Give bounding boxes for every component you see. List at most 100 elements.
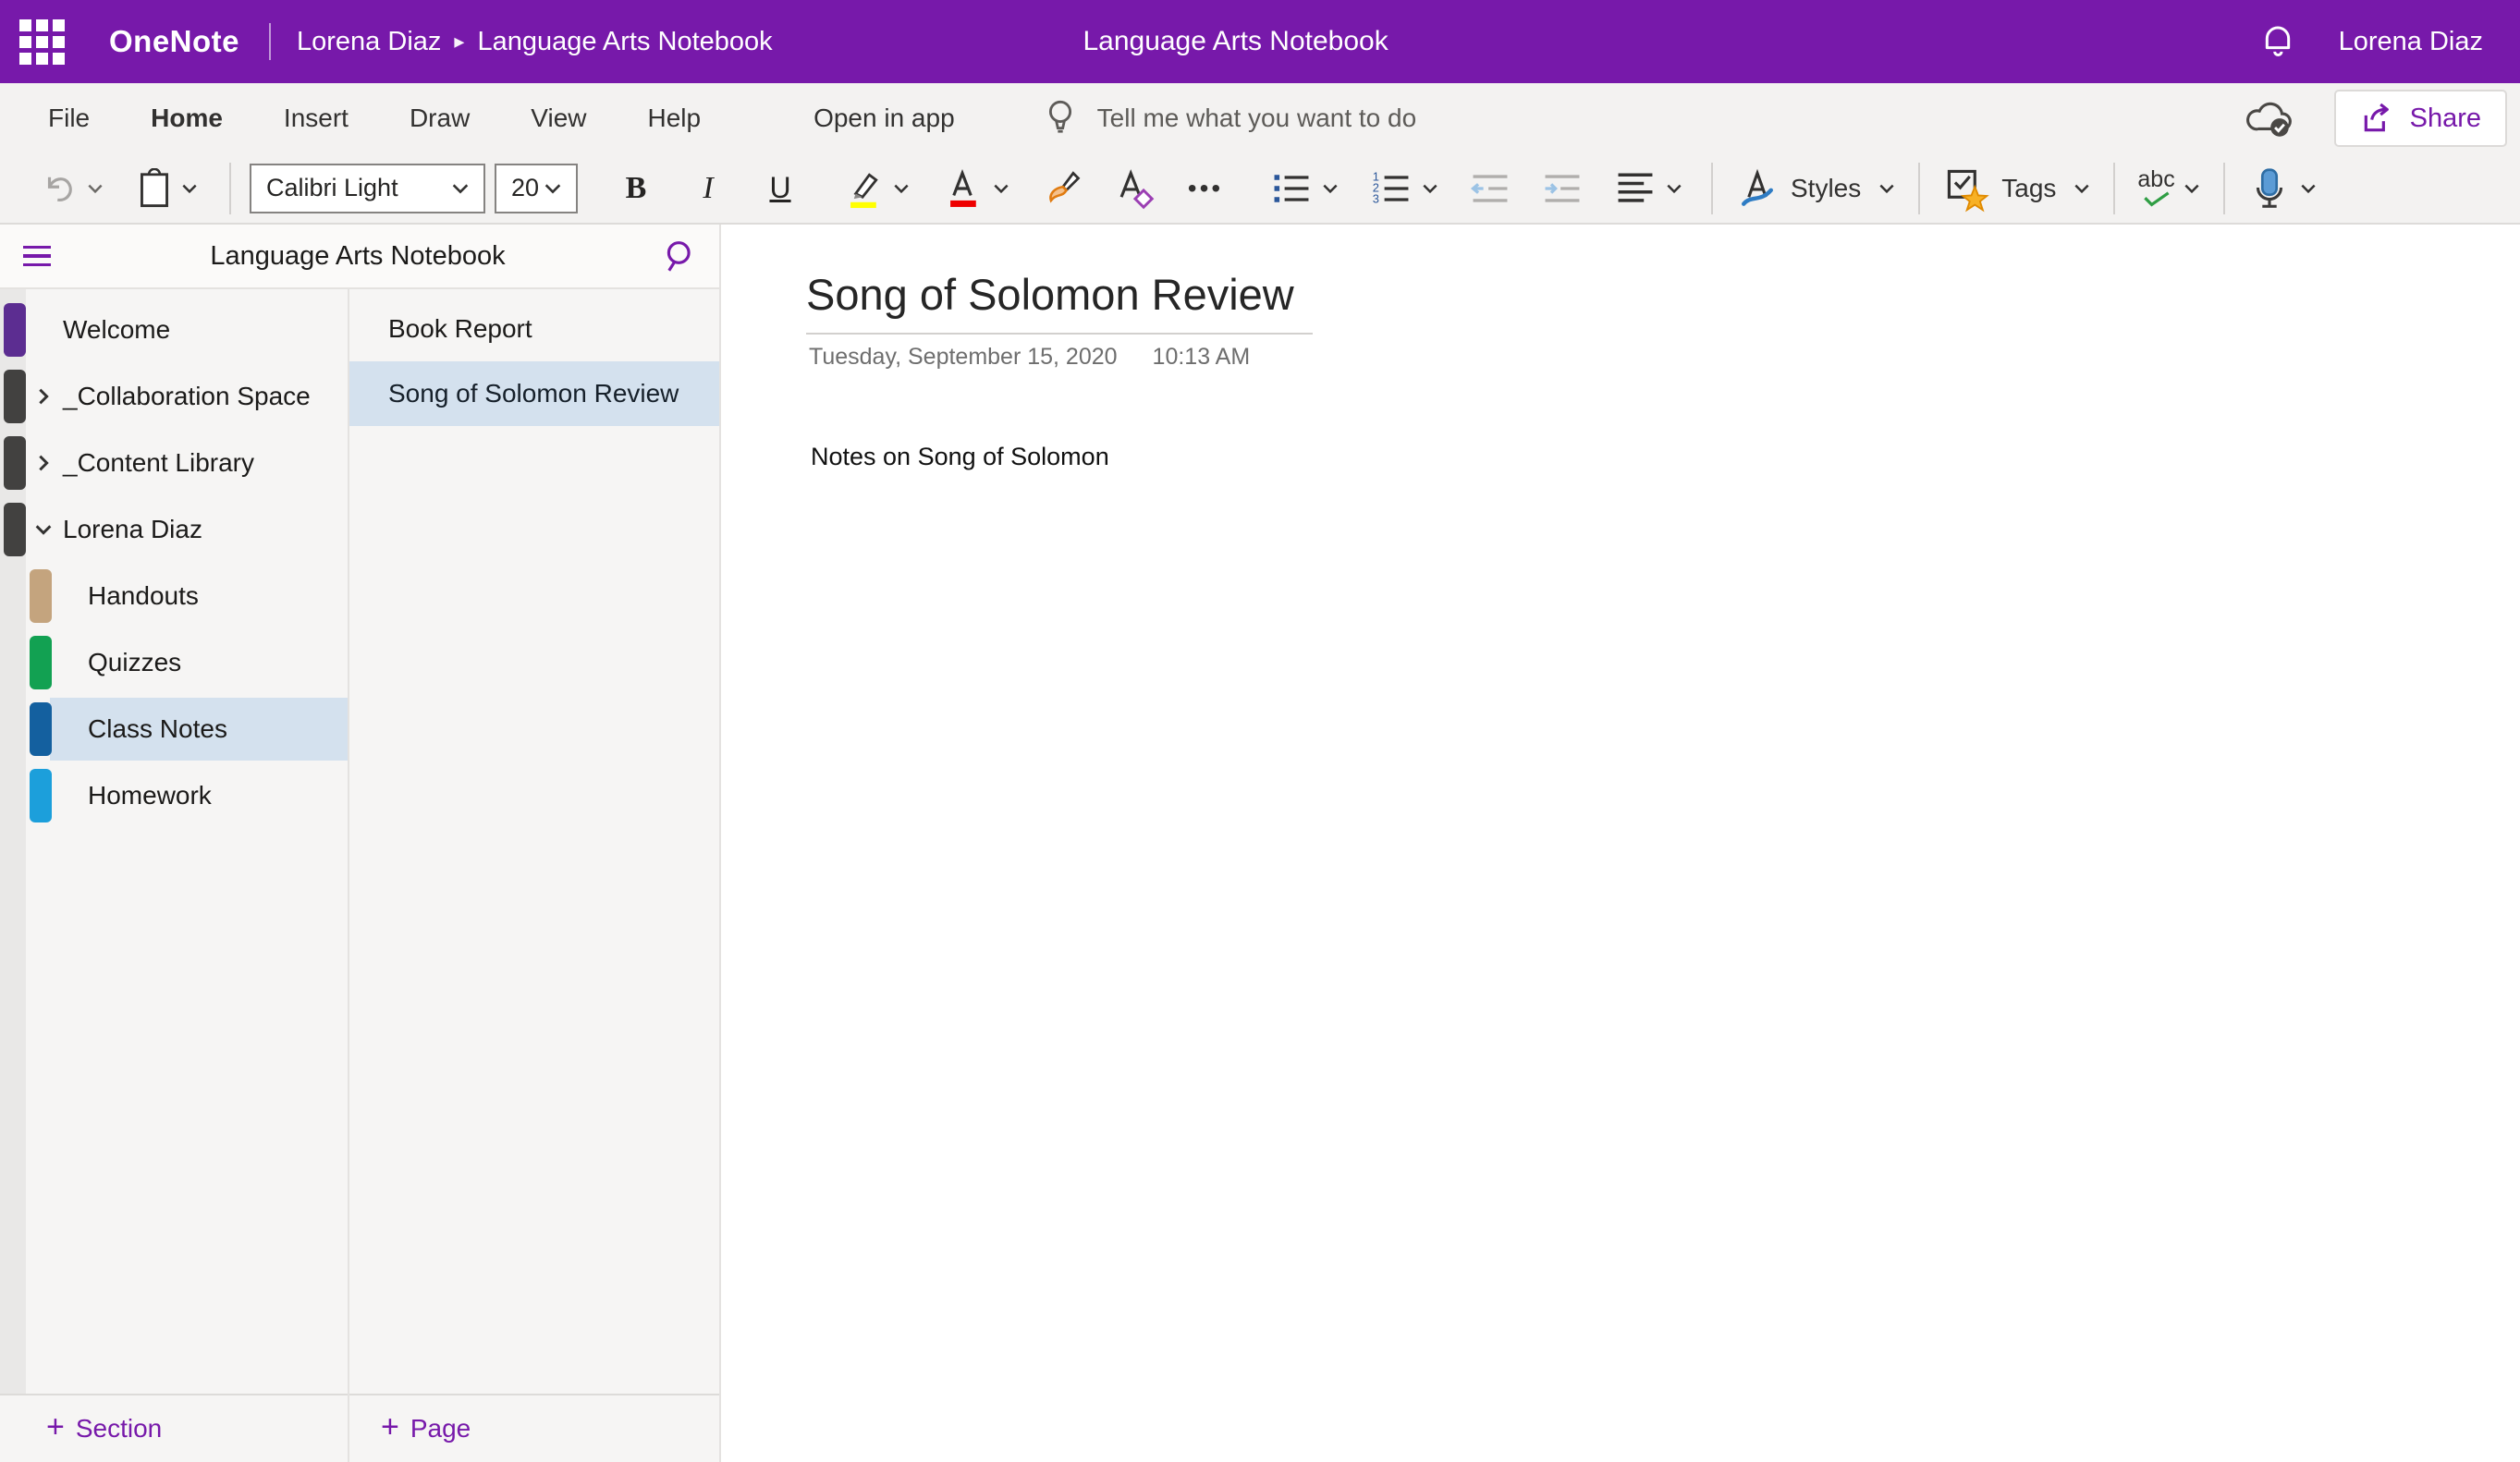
share-button[interactable]: Share [2334, 90, 2507, 147]
section-group-collaboration-space[interactable]: _Collaboration Space [0, 363, 348, 430]
topbar-divider [269, 23, 271, 60]
decrease-indent-button[interactable] [1454, 159, 1526, 218]
increase-indent-button[interactable] [1526, 159, 1598, 218]
menu-insert[interactable]: Insert [260, 83, 373, 153]
spellcheck-button[interactable]: abc [2128, 159, 2209, 218]
section-row-class-notes[interactable]: Class Notes [0, 696, 348, 762]
format-painter-button[interactable] [1025, 159, 1097, 218]
menu-file[interactable]: File [24, 83, 114, 153]
chevron-down-icon [992, 179, 1010, 198]
page-body-text[interactable]: Notes on Song of Solomon [811, 443, 2520, 471]
top-app-bar: OneNote Lorena Diaz ▸ Language Arts Note… [0, 0, 2520, 83]
page-date: Tuesday, September 15, 2020 [809, 344, 1118, 371]
page-time: 10:13 AM [1153, 344, 1251, 371]
page-row-book-report[interactable]: Book Report [349, 297, 719, 361]
breadcrumb-caret-icon: ▸ [454, 30, 464, 54]
add-page-button[interactable]: + Page [349, 1394, 719, 1462]
search-icon [661, 237, 700, 275]
breadcrumb-notebook[interactable]: Language Arts Notebook [477, 27, 772, 57]
add-section-label: Section [76, 1414, 162, 1444]
numbered-list-button[interactable]: 1 2 3 [1354, 159, 1454, 218]
page-row-song-of-solomon-review[interactable]: Song of Solomon Review [349, 361, 719, 426]
bold-button[interactable]: B [600, 159, 672, 218]
app-launcher-button[interactable] [0, 0, 83, 83]
font-size-value: 20 [511, 174, 539, 202]
clipboard-icon [136, 168, 173, 209]
microphone-icon [2247, 164, 2292, 213]
dictate-button[interactable] [2238, 159, 2327, 218]
tags-button[interactable]: Tags [1933, 159, 2100, 218]
section-group-tab [4, 370, 26, 423]
ribbon-divider [1918, 163, 1920, 214]
page-datetime[interactable]: Tuesday, September 15, 2020 10:13 AM [809, 344, 2520, 371]
menu-home[interactable]: Home [127, 83, 247, 153]
add-page-label: Page [410, 1414, 471, 1444]
ribbon-divider [2223, 163, 2225, 214]
underline-button[interactable]: U [744, 159, 816, 218]
nav-menu-button[interactable] [0, 240, 74, 273]
chevron-down-icon [180, 179, 199, 198]
bullet-list-icon [1269, 166, 1314, 211]
section-row-homework[interactable]: Homework [0, 762, 348, 829]
ribbon-divider [229, 163, 231, 214]
section-group-tab [4, 436, 26, 490]
font-color-button[interactable] [925, 159, 1025, 218]
section-group-content-library[interactable]: _Content Library [0, 430, 348, 496]
chevron-down-icon [543, 178, 563, 199]
font-size-select[interactable]: 20 [495, 164, 578, 213]
chevron-down-icon [1321, 179, 1340, 198]
lightbulb-icon [1044, 97, 1077, 140]
align-icon [1613, 166, 1658, 211]
menu-view[interactable]: View [507, 83, 610, 153]
styles-icon [1735, 166, 1780, 211]
ellipsis-icon: ••• [1188, 174, 1223, 203]
clear-formatting-button[interactable] [1097, 159, 1169, 218]
chevron-right-icon [33, 453, 54, 473]
alignment-button[interactable] [1598, 159, 1698, 218]
chevron-down-icon [1878, 179, 1896, 198]
bold-icon: B [626, 171, 647, 206]
breadcrumb-user[interactable]: Lorena Diaz [297, 27, 441, 57]
styles-label: Styles [1791, 174, 1861, 203]
open-in-app-button[interactable]: Open in app [813, 104, 955, 133]
sync-status-button[interactable] [2244, 97, 2297, 140]
bullet-list-button[interactable] [1254, 159, 1354, 218]
menu-help[interactable]: Help [623, 83, 725, 153]
account-button[interactable]: Lorena Diaz [2339, 27, 2483, 57]
paste-button[interactable] [118, 159, 216, 218]
bell-icon [2259, 21, 2296, 62]
section-group-lorena-diaz[interactable]: Lorena Diaz [0, 496, 348, 563]
sections-pane: Welcome _Collaboration Space _Content Li… [0, 289, 349, 1462]
cloud-check-icon [2244, 97, 2297, 140]
section-row-handouts[interactable]: Handouts [0, 563, 348, 629]
chevron-down-icon [892, 179, 911, 198]
undo-button[interactable] [26, 159, 118, 218]
menu-bar: File Home Insert Draw View Help Open in … [0, 83, 2520, 153]
page-title[interactable]: Song of Solomon Review [806, 269, 1313, 335]
notifications-button[interactable] [2259, 21, 2296, 62]
section-color-tab [30, 569, 52, 623]
font-name-select[interactable]: Calibri Light [250, 164, 485, 213]
tags-label: Tags [2001, 174, 2056, 203]
italic-button[interactable]: I [672, 159, 744, 218]
ribbon-divider [2113, 163, 2115, 214]
breadcrumb: Lorena Diaz ▸ Language Arts Notebook [297, 27, 773, 57]
add-section-button[interactable]: + Section [0, 1394, 348, 1462]
ribbon-toolbar: Calibri Light 20 B I U [0, 153, 2520, 225]
more-formatting-button[interactable]: ••• [1169, 159, 1242, 218]
tell-me-button[interactable]: Tell me what you want to do [1044, 97, 1417, 140]
notebook-panel-title: Language Arts Notebook [74, 241, 642, 272]
menu-draw[interactable]: Draw [385, 83, 494, 153]
share-label: Share [2410, 104, 2481, 134]
highlighter-button[interactable] [826, 159, 925, 218]
indent-icon [1540, 166, 1584, 211]
page-canvas[interactable]: Song of Solomon Review Tuesday, Septembe… [721, 225, 2520, 1462]
underline-icon: U [769, 171, 790, 205]
styles-button[interactable]: Styles [1726, 159, 1905, 218]
section-row-quizzes[interactable]: Quizzes [0, 629, 348, 696]
pages-pane: Book Report Song of Solomon Review + Pag… [349, 289, 721, 1462]
chevron-down-icon [86, 179, 104, 198]
search-button[interactable] [642, 237, 719, 275]
section-row-welcome[interactable]: Welcome [0, 297, 348, 363]
app-name[interactable]: OneNote [109, 24, 239, 59]
